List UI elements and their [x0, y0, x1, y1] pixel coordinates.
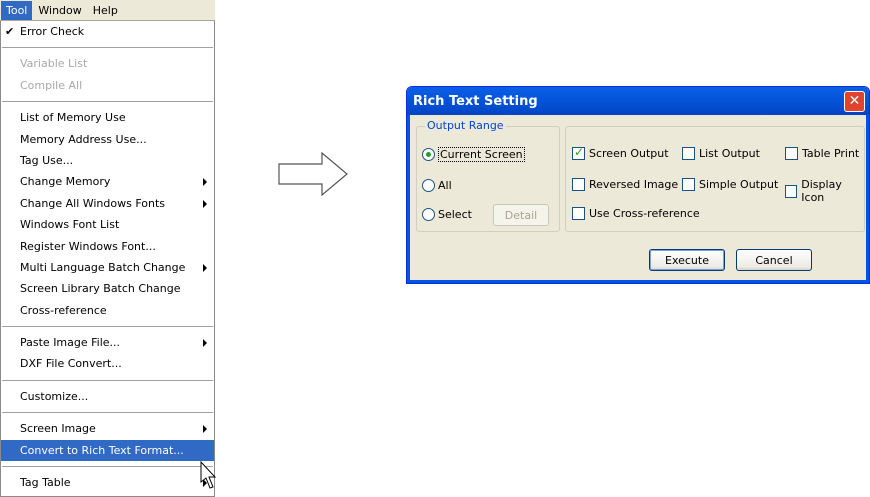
menu-item-list-of-memory-use[interactable]: List of Memory Use	[1, 107, 214, 128]
display-icon-label: Display Icon	[801, 178, 842, 204]
screen-output-label: Screen Output	[589, 147, 669, 160]
radio-current-screen-button[interactable]	[422, 148, 435, 161]
menubar-item-tool[interactable]: Tool	[1, 0, 33, 20]
menu-separator	[2, 466, 213, 468]
checkmark-icon: ✔	[5, 25, 15, 38]
close-icon[interactable]: ✕	[844, 90, 865, 112]
menu-item-screen-image[interactable]: Screen Image	[1, 418, 214, 439]
use-cross-reference-checkbox[interactable]	[572, 207, 585, 220]
radio-select-label: Select	[438, 208, 472, 221]
menu-item-tag-table[interactable]: Tag Table	[1, 472, 214, 493]
menu-item-dxf-file-convert[interactable]: DXF File Convert...	[1, 353, 214, 374]
radio-select-button[interactable]	[422, 208, 435, 221]
menu-item-screen-library-batch-change[interactable]: Screen Library Batch Change	[1, 278, 214, 299]
mouse-pointer-icon	[200, 460, 217, 489]
check-reversed-image[interactable]: Reversed Image	[572, 178, 678, 191]
menubar-item-help[interactable]: Help	[88, 1, 123, 20]
list-output-label: List Output	[699, 147, 760, 160]
menu-item-paste-image-file[interactable]: Paste Image File...	[1, 332, 214, 353]
execute-button[interactable]: Execute	[649, 249, 725, 271]
simple-output-label: Simple Output	[699, 178, 779, 191]
screen-output-checkbox[interactable]	[572, 145, 585, 160]
radio-all-label: All	[438, 179, 452, 192]
menu-item-change-memory[interactable]: Change Memory	[1, 171, 214, 192]
check-simple-output[interactable]: Simple Output	[682, 178, 778, 191]
menu-item-variable-list[interactable]: Variable List	[1, 53, 214, 74]
check-list-output[interactable]: List Output	[682, 147, 760, 160]
menu-item-cross-reference[interactable]: Cross-reference	[1, 300, 214, 321]
detail-button[interactable]: Detail	[493, 204, 549, 226]
menu-item-multi-language-batch-change[interactable]: Multi Language Batch Change	[1, 257, 214, 278]
menu-item-label: Screen Library Batch Change	[20, 282, 181, 296]
menu-item-tag-use[interactable]: Tag Use...	[1, 150, 214, 171]
menu-item-label: Screen Image	[20, 422, 96, 436]
output-options-group: Screen Output List Output Table Print Re…	[565, 126, 865, 232]
reversed-image-label: Reversed Image	[589, 178, 679, 191]
menu-item-label: Compile All	[20, 78, 83, 92]
radio-all[interactable]: All	[422, 179, 452, 192]
menu-item-change-all-windows-fonts[interactable]: Change All Windows Fonts	[1, 193, 214, 214]
dialog-titlebar[interactable]: Rich Text Setting ✕	[407, 87, 869, 115]
rich-text-setting-dialog: Rich Text Setting ✕ Output Range Current…	[406, 86, 870, 284]
submenu-arrow-icon	[203, 263, 207, 272]
right-arrow-icon	[278, 152, 348, 196]
menu-item-label: Paste Image File...	[20, 336, 121, 350]
menu-separator	[2, 326, 213, 328]
cancel-button[interactable]: Cancel	[736, 249, 812, 271]
use-cross-reference-label: Use Cross-reference	[589, 207, 700, 220]
menu-separator	[2, 379, 213, 381]
submenu-arrow-icon	[203, 178, 207, 187]
menubar-item-window[interactable]: Window	[33, 1, 86, 20]
menu-item-label: Register Windows Font...	[20, 239, 156, 253]
submenu-arrow-icon	[203, 425, 207, 434]
menu-item-label: Memory Address Use...	[20, 132, 147, 146]
menu-item-label: Error Check	[20, 25, 85, 38]
menu-item-label: DXF File Convert...	[20, 357, 122, 371]
menu-item-label: Tag Use...	[20, 153, 74, 167]
menu-item-windows-font-list[interactable]: Windows Font List	[1, 214, 214, 235]
menu-item-error-check[interactable]: ✔ Error Check	[1, 21, 214, 42]
radio-current-screen[interactable]: Current Screen	[422, 147, 525, 162]
menu-item-register-windows-font[interactable]: Register Windows Font...	[1, 236, 214, 257]
radio-current-screen-label: Current Screen	[438, 147, 525, 162]
menu-item-convert-to-rich-text-format[interactable]: Convert to Rich Text Format...	[1, 439, 214, 462]
menu-item-label: Multi Language Batch Change	[20, 260, 186, 274]
menu-item-label: Customize...	[20, 389, 89, 403]
menu-separator	[2, 47, 213, 49]
menu-item-label: List of Memory Use	[20, 111, 126, 125]
menu-item-label: Tag Table	[20, 476, 71, 490]
submenu-arrow-icon	[203, 339, 207, 348]
dialog-body: Output Range Current Screen All Select D…	[407, 115, 869, 283]
menu-item-label: Variable List	[20, 57, 88, 71]
check-table-print[interactable]: Table Print	[785, 147, 859, 160]
menu-item-label: Convert to Rich Text Format...	[20, 443, 184, 457]
menu-separator	[2, 412, 213, 414]
radio-select[interactable]: Select	[422, 208, 472, 221]
submenu-arrow-icon	[203, 199, 207, 208]
menu-item-label: Cross-reference	[20, 303, 107, 317]
table-print-checkbox[interactable]	[785, 147, 798, 160]
radio-all-button[interactable]	[422, 179, 435, 192]
output-range-legend: Output Range	[425, 119, 506, 132]
menu-item-label: Windows Font List	[20, 218, 120, 232]
check-use-cross-reference[interactable]: Use Cross-reference	[572, 207, 700, 220]
menu-item-label: Change All Windows Fonts	[20, 196, 166, 210]
menu-separator	[2, 101, 213, 103]
display-icon-checkbox[interactable]	[785, 184, 798, 198]
menubar: Tool Window Help	[0, 0, 215, 21]
menu-item-customize[interactable]: Customize...	[1, 386, 214, 407]
menu-item-compile-all[interactable]: Compile All	[1, 75, 214, 96]
list-output-checkbox[interactable]	[682, 147, 695, 160]
table-print-label: Table Print	[802, 147, 860, 160]
reversed-image-checkbox[interactable]	[572, 178, 585, 191]
dialog-title: Rich Text Setting	[413, 93, 538, 109]
simple-output-checkbox[interactable]	[682, 178, 695, 191]
output-range-group: Output Range Current Screen All Select D…	[416, 119, 560, 232]
check-screen-output[interactable]: Screen Output	[572, 145, 669, 160]
menu-item-memory-address-use[interactable]: Memory Address Use...	[1, 129, 214, 150]
menu-item-label: Change Memory	[20, 175, 111, 189]
check-display-icon[interactable]: Display Icon	[785, 178, 864, 204]
tool-menu: ✔ Error Check Variable List Compile All List…	[0, 21, 215, 497]
